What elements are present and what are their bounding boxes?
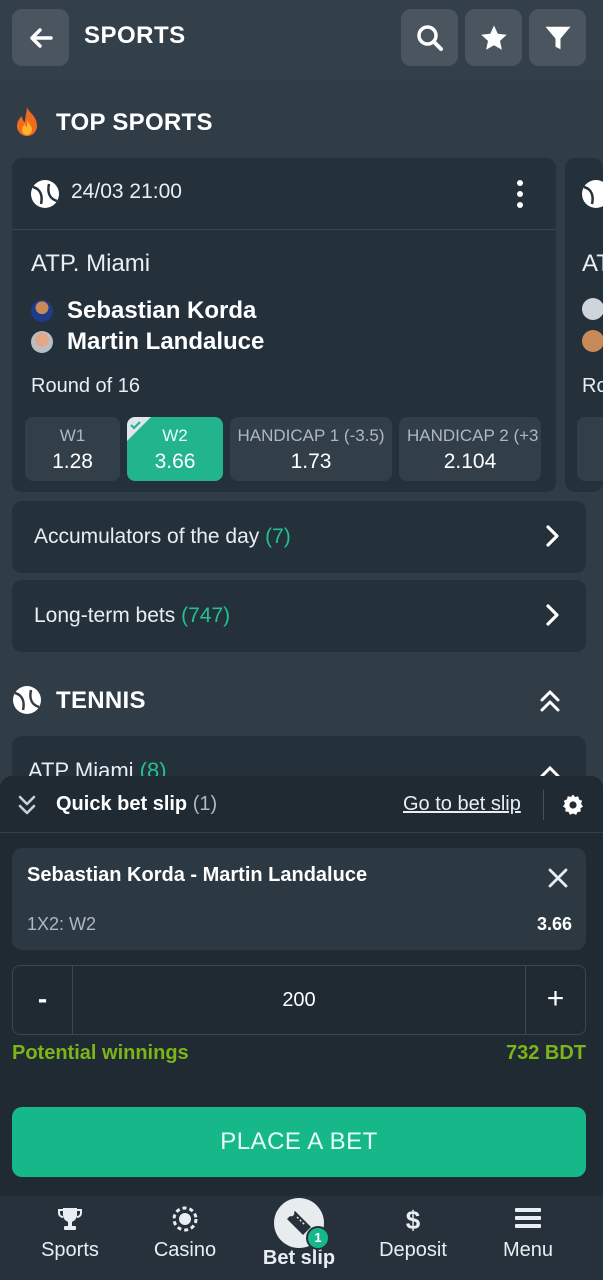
quick-bet-slip-title: Quick bet slip (1) [56, 793, 217, 816]
top-sports-title: TOP SPORTS [56, 109, 213, 136]
tennis-ball-icon [13, 686, 41, 714]
bet-market: 1X2: W2 [27, 914, 97, 934]
svg-text:$: $ [406, 1206, 421, 1234]
next-event-round: Ro [582, 375, 603, 397]
page-title: SPORTS [84, 22, 186, 49]
favorites-button[interactable] [465, 9, 522, 66]
search-button[interactable] [401, 9, 458, 66]
remove-bet-button[interactable] [546, 866, 570, 890]
bet-match-name: Sebastian Korda - Martin Landaluce [27, 864, 368, 886]
nav-casino-label: Casino [153, 1239, 217, 1261]
bet-odd: 3.66 [536, 914, 572, 934]
next-event-card[interactable]: AT Ro [565, 158, 603, 492]
team2-row: Martin Landaluce [31, 328, 264, 356]
potential-winnings-label: Potential winnings [12, 1042, 189, 1064]
decrease-stake-button[interactable]: - [13, 966, 73, 1034]
odd-button-handicap2[interactable]: HANDICAP 2 (+3 2.104 [399, 417, 541, 481]
top-header: SPORTS [0, 0, 603, 80]
odd-button-w1[interactable]: W1 1.28 [25, 417, 120, 481]
double-chevron-down-icon [18, 795, 36, 815]
long-term-bets-link[interactable]: Long-term bets (747) [12, 580, 586, 652]
quick-bet-slip-panel: Quick bet slip (1) Go to bet slip Sebast… [0, 776, 603, 1196]
odd-label: HANDICAP 2 (+3 [407, 426, 539, 445]
nav-deposit-label: Deposit [379, 1239, 447, 1261]
kebab-menu-icon [517, 180, 523, 208]
quick-bet-slip-label: Quick bet slip [56, 793, 188, 815]
settings-button[interactable] [561, 793, 585, 817]
event-round: Round of 16 [31, 375, 140, 397]
gear-icon [563, 794, 583, 815]
odd-label: HANDICAP 1 (-3.5) [237, 426, 385, 445]
stake-amount-input[interactable]: 200 [73, 966, 525, 1034]
nav-bet-slip-label: Bet slip [262, 1247, 336, 1269]
odd-value: 1.73 [290, 450, 332, 473]
more-options-button[interactable] [510, 178, 530, 210]
odd-button-handicap1[interactable]: HANDICAP 1 (-3.5) 1.73 [230, 417, 392, 481]
odd-label: W1 [59, 426, 86, 445]
quick-bet-slip-header: Quick bet slip (1) Go to bet slip [0, 776, 603, 833]
potential-winnings-value: 732 BDT [505, 1042, 586, 1064]
casino-chip-icon [172, 1206, 198, 1232]
player-avatar-icon [582, 298, 603, 320]
filter-button[interactable] [529, 9, 586, 66]
event-card[interactable]: 24/03 21:00 ATP. Miami Sebastian Korda M… [12, 158, 556, 492]
accumulators-link[interactable]: Accumulators of the day (7) [12, 501, 586, 573]
back-button[interactable] [12, 9, 69, 66]
chevron-right-icon [546, 604, 559, 626]
bet-slip-count-badge: 1 [306, 1226, 330, 1250]
tennis-ball-icon [582, 180, 603, 208]
place-bet-button[interactable]: PLACE A BET [12, 1107, 586, 1177]
bet-slip-item: Sebastian Korda - Martin Landaluce 1X2: … [12, 848, 586, 950]
collapse-panel-button[interactable] [16, 793, 38, 817]
odd-button-w2[interactable]: W2 3.66 [127, 417, 223, 481]
team2-name: Martin Landaluce [67, 328, 265, 355]
nav-sports[interactable]: Sports [15, 1196, 125, 1280]
long-term-count: (747) [181, 604, 231, 627]
collapse-section-button[interactable] [538, 688, 562, 714]
divider [543, 790, 544, 820]
nav-sports-label: Sports [41, 1239, 99, 1261]
trophy-icon [58, 1208, 82, 1230]
chevron-right-icon [546, 525, 559, 547]
next-event-odd[interactable] [577, 417, 603, 481]
increase-stake-button[interactable]: + [525, 966, 585, 1034]
event-league: ATP. Miami [31, 250, 151, 277]
player-avatar-icon [582, 330, 603, 352]
nav-menu-label: Menu [502, 1239, 554, 1261]
nav-deposit[interactable]: $ Deposit [358, 1196, 468, 1280]
team1-row: Sebastian Korda [31, 297, 256, 325]
nav-casino[interactable]: Casino [130, 1196, 240, 1280]
nav-menu[interactable]: Menu [473, 1196, 583, 1280]
arrow-left-icon [29, 27, 53, 48]
tennis-ball-icon [31, 180, 59, 208]
menu-icon [515, 1208, 541, 1228]
team1-name: Sebastian Korda [67, 297, 257, 324]
long-term-text: Long-term bets (747) [34, 604, 230, 628]
close-icon [548, 868, 568, 888]
quick-bet-slip-count: (1) [192, 793, 218, 815]
next-event-league: AT [582, 250, 603, 277]
odd-value: 2.104 [443, 450, 497, 473]
event-card-header: 24/03 21:00 [12, 158, 556, 230]
go-to-bet-slip-link[interactable]: Go to bet slip [403, 793, 521, 816]
accumulators-count: (7) [265, 525, 291, 548]
accumulators-text: Accumulators of the day (7) [34, 525, 291, 549]
dollar-icon: $ [406, 1206, 421, 1234]
odd-value: 1.28 [52, 450, 93, 473]
event-datetime: 24/03 21:00 [71, 180, 182, 203]
accumulators-label: Accumulators of the day [34, 525, 260, 548]
fire-icon [17, 107, 37, 136]
filter-icon [545, 26, 570, 49]
player-avatar-icon [31, 300, 53, 322]
player-avatar-icon [31, 331, 53, 353]
stake-stepper: - 200 + [12, 965, 586, 1035]
double-chevron-up-icon [540, 690, 560, 712]
odd-label: W2 [162, 426, 188, 445]
odd-value: 3.66 [154, 450, 196, 473]
search-icon [416, 24, 443, 51]
tennis-title: TENNIS [56, 687, 146, 714]
star-icon [480, 25, 507, 50]
long-term-label: Long-term bets [34, 604, 176, 627]
